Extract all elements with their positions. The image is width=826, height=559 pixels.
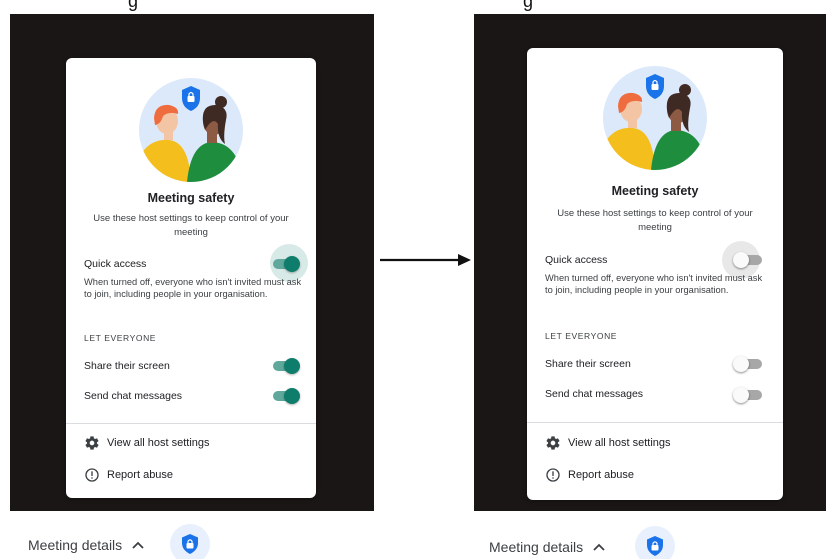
- chevron-up-icon: [593, 543, 605, 551]
- meeting-safety-panel-before: Meeting safety Use these host settings t…: [66, 58, 316, 498]
- panel-title: Meeting safety: [147, 191, 235, 205]
- view-host-settings-label: View all host settings: [568, 437, 671, 449]
- send-chat-toggle[interactable]: [733, 385, 763, 405]
- meeting-safety-illustration: [603, 66, 707, 170]
- let-everyone-heading: LET EVERYONE: [84, 333, 157, 343]
- panel-subtitle: Use these host settings to keep control …: [557, 208, 753, 233]
- host-controls-button[interactable]: [170, 524, 210, 559]
- alert-circle-icon: [85, 468, 99, 482]
- share-screen-label: Share their screen: [84, 360, 170, 372]
- heading-fragment-left: g: [128, 0, 139, 11]
- meeting-details-button[interactable]: Meeting details: [489, 539, 605, 555]
- report-abuse-link[interactable]: Report abuse: [84, 467, 173, 483]
- view-host-settings-link[interactable]: View all host settings: [84, 435, 210, 451]
- send-chat-label: Send chat messages: [84, 390, 183, 402]
- quick-access-toggle[interactable]: [733, 250, 763, 270]
- gear-icon: [85, 436, 99, 450]
- report-abuse-label: Report abuse: [107, 469, 174, 481]
- send-chat-toggle[interactable]: [270, 386, 300, 406]
- quick-access-label: Quick access: [545, 254, 608, 266]
- divider: [527, 422, 783, 423]
- meeting-safety-illustration: [139, 78, 243, 182]
- right-arrow-icon: [380, 254, 471, 266]
- let-everyone-heading: LET EVERYONE: [545, 331, 618, 341]
- share-screen-label: Share their screen: [545, 358, 631, 370]
- meeting-details-button[interactable]: Meeting details: [28, 537, 144, 553]
- quick-access-description: When turned off, everyone who isn't invi…: [84, 277, 302, 299]
- quick-access-toggle[interactable]: [270, 254, 300, 274]
- shield-lock-icon: [647, 536, 663, 556]
- view-host-settings-link[interactable]: View all host settings: [545, 435, 671, 451]
- report-abuse-link[interactable]: Report abuse: [545, 467, 634, 483]
- send-chat-label: Send chat messages: [545, 388, 644, 400]
- share-screen-toggle[interactable]: [270, 356, 300, 376]
- quick-access-description: When turned off, everyone who isn't invi…: [545, 273, 763, 295]
- shield-lock-icon: [182, 534, 198, 554]
- meeting-details-label: Meeting details: [489, 539, 584, 555]
- meeting-details-label: Meeting details: [28, 537, 123, 553]
- chevron-up-icon: [132, 541, 144, 549]
- quick-access-label: Quick access: [84, 258, 147, 270]
- host-controls-button[interactable]: [635, 526, 675, 559]
- share-screen-toggle[interactable]: [733, 354, 763, 374]
- gear-icon: [546, 436, 560, 450]
- panel-subtitle: Use these host settings to keep control …: [93, 213, 289, 238]
- panel-title: Meeting safety: [611, 184, 699, 198]
- meeting-safety-panel-after: Meeting safety Use these host settings t…: [527, 48, 783, 500]
- view-host-settings-label: View all host settings: [107, 437, 210, 449]
- divider: [66, 423, 316, 424]
- alert-circle-icon: [546, 468, 560, 482]
- heading-fragment-right: g: [523, 0, 534, 11]
- report-abuse-label: Report abuse: [568, 469, 635, 481]
